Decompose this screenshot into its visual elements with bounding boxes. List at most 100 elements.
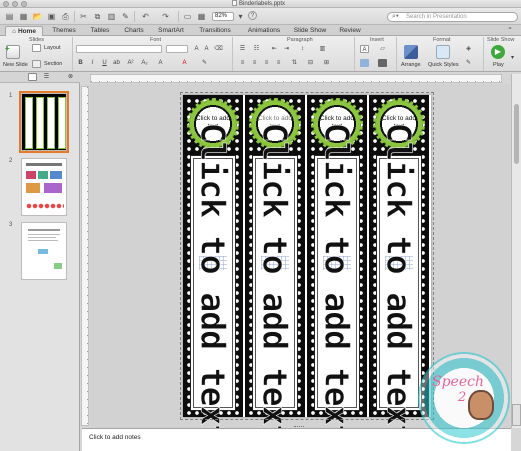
zoom-select[interactable]: 82% [212, 12, 234, 21]
justify-icon[interactable]: ≡ [274, 59, 283, 67]
window-title-text: Binderlabels.pptx [239, 1, 286, 7]
slides-view-icon[interactable] [28, 73, 37, 81]
paste-icon[interactable]: ▥ [106, 11, 117, 22]
new-slide-icon[interactable]: + [5, 44, 20, 59]
vertical-ruler [81, 86, 89, 426]
minimize-window-button[interactable] [12, 1, 18, 7]
gallery-icon[interactable]: ▦ [196, 11, 207, 22]
bullets-icon[interactable]: ☰ [238, 45, 247, 53]
bold-button[interactable]: B [76, 59, 85, 67]
shape-icon[interactable]: ▱ [378, 45, 387, 53]
thumb-text [28, 240, 58, 241]
columns-icon[interactable]: ▥ [318, 45, 327, 53]
tab-review[interactable]: Review [336, 26, 364, 36]
align-right-icon[interactable]: ≡ [262, 59, 271, 67]
notes-resize-handle[interactable] [294, 426, 304, 428]
align-center-icon[interactable]: ≡ [250, 59, 259, 67]
italic-button[interactable]: I [88, 59, 97, 67]
ribbon-tabs: ⌂ Home Themes Tables Charts SmartArt Tran… [0, 25, 521, 36]
outdent-icon[interactable]: ⇤ [270, 45, 279, 53]
zoom-slider[interactable] [512, 404, 521, 426]
tab-transitions[interactable]: Transitions [195, 26, 235, 36]
search-placeholder: Search in Presentation [406, 14, 467, 20]
slide-thumbnail-3[interactable] [21, 222, 67, 280]
new-icon[interactable]: ▤ [4, 11, 15, 22]
clear-format-icon[interactable]: ⌫ [214, 45, 223, 53]
increase-font-icon[interactable]: A [192, 45, 201, 53]
tab-themes[interactable]: Themes [49, 26, 79, 36]
subscript-button[interactable]: A₂ [140, 59, 149, 67]
view-icon[interactable]: ▭ [182, 11, 193, 22]
thumb-image [50, 171, 62, 179]
font-size-select[interactable] [166, 45, 188, 53]
section-icon[interactable] [32, 60, 41, 68]
decrease-font-icon[interactable]: A [202, 45, 211, 53]
fill-icon[interactable]: ◈ [464, 45, 473, 53]
text-box-icon[interactable]: A [360, 45, 369, 53]
tab-slide-show[interactable]: Slide Show [291, 26, 329, 36]
text-effects-icon[interactable]: A [156, 59, 165, 67]
play-button[interactable]: Play [493, 62, 504, 68]
text-direction-icon[interactable]: ⇅ [290, 59, 299, 67]
zoom-window-button[interactable] [21, 1, 27, 7]
print-icon[interactable]: ⎙ [60, 11, 71, 22]
standard-toolbar: ▤ ▦ 📂 ▣ ⎙ ✂ ⧉ ▥ ✎ ↶ ↷ ▭ ▦ 82% ▾ ? ⌕▾ Sea… [0, 8, 521, 25]
indent-icon[interactable]: ⇥ [282, 45, 291, 53]
tab-label: Home [17, 28, 36, 35]
notes-placeholder: Click to add notes [89, 434, 141, 441]
superscript-button[interactable]: A² [126, 59, 135, 67]
section-button[interactable]: Section [44, 61, 62, 67]
underline-button[interactable]: U [100, 59, 109, 67]
close-window-button[interactable] [3, 1, 9, 7]
tab-animations[interactable]: Animations [244, 26, 284, 36]
font-color-icon[interactable]: A [180, 59, 189, 67]
line-icon[interactable]: ✎ [464, 59, 473, 67]
open-icon[interactable]: 📂 [32, 11, 43, 22]
ribbon-collapse-icon[interactable]: ⌃ [504, 26, 516, 36]
font-name-select[interactable] [76, 45, 162, 53]
scroll-thumb[interactable] [514, 104, 519, 164]
vertical-scrollbar[interactable] [511, 74, 521, 428]
copy-icon[interactable]: ⧉ [92, 11, 103, 22]
quick-styles-icon[interactable] [436, 45, 450, 59]
align-text-icon[interactable]: ⊟ [306, 59, 315, 67]
new-slide-button[interactable]: New Slide [3, 62, 28, 68]
smartart-convert-icon[interactable]: ⊞ [322, 59, 331, 67]
speech-logo: Speech 2 [418, 352, 510, 444]
tab-tables[interactable]: Tables [86, 26, 114, 36]
format-painter-icon[interactable]: ✎ [120, 11, 131, 22]
save-icon[interactable]: ▣ [46, 11, 57, 22]
arrange-icon[interactable] [404, 45, 418, 59]
cut-icon[interactable]: ✂ [78, 11, 89, 22]
layout-button[interactable]: Layout [44, 45, 61, 51]
outline-view-icon[interactable]: ☰ [42, 73, 51, 81]
chevron-down-icon[interactable]: ▾ [235, 11, 246, 22]
tab-home[interactable]: ⌂ Home [5, 26, 43, 36]
highlight-icon[interactable]: ✎ [200, 59, 209, 67]
quick-styles-button[interactable]: Quick Styles [428, 62, 459, 68]
redo-icon[interactable]: ↷ [160, 11, 171, 22]
layout-icon[interactable] [32, 44, 41, 52]
search-input[interactable]: ⌕▾ Search in Presentation [387, 12, 518, 22]
slide-thumbnail-1[interactable] [19, 91, 69, 153]
tab-charts[interactable]: Charts [121, 26, 147, 36]
line-spacing-icon[interactable]: ↕ [298, 45, 307, 53]
arrange-button[interactable]: Arrange [401, 62, 421, 68]
thumb-strip [58, 97, 66, 149]
picture-icon[interactable] [360, 59, 369, 67]
group-label-insert: Insert [370, 37, 384, 43]
search-icon: ⌕▾ [392, 13, 399, 20]
strikethrough-button[interactable]: ab [112, 59, 121, 67]
templates-icon[interactable]: ▦ [18, 11, 29, 22]
tab-smartart[interactable]: SmartArt [153, 26, 189, 36]
play-icon[interactable]: ▶ [491, 45, 505, 59]
undo-icon[interactable]: ↶ [140, 11, 151, 22]
align-left-icon[interactable]: ≡ [238, 59, 247, 67]
help-icon[interactable]: ? [248, 11, 257, 20]
slide-thumbnail-2[interactable] [21, 158, 67, 216]
thumb-image [26, 171, 36, 179]
close-pane-icon[interactable]: ⊗ [66, 73, 75, 81]
numbering-icon[interactable]: ☷ [252, 45, 261, 53]
media-icon[interactable] [378, 59, 387, 67]
slide-show-chevron-icon[interactable]: ▾ [508, 54, 517, 62]
